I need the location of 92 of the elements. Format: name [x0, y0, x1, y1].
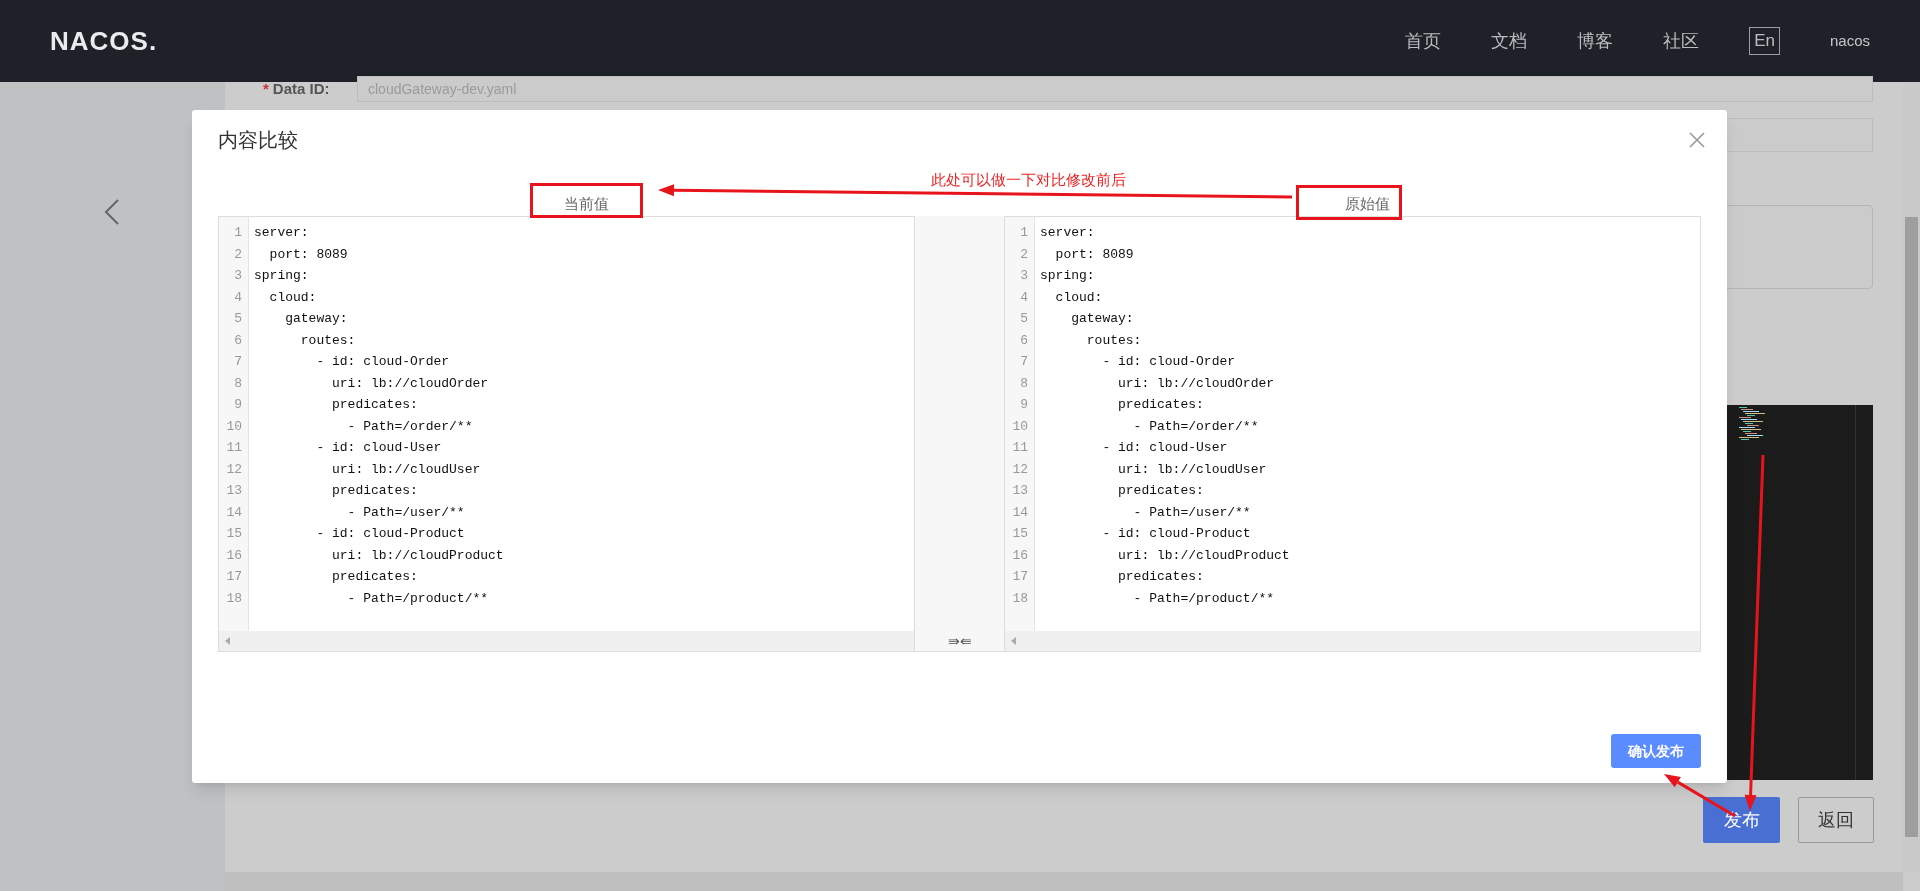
code-line: server:: [254, 224, 310, 242]
code-line: - id: cloud-Order: [315, 353, 451, 371]
line-number: 10: [225, 417, 243, 436]
line-number: 6: [1019, 331, 1029, 350]
dialog-title: 内容比较: [218, 128, 298, 153]
line-number: 13: [1011, 482, 1029, 500]
line-number: 15: [225, 525, 243, 543]
line-number: 9: [1019, 396, 1029, 414]
back-button[interactable]: 返回: [1798, 797, 1874, 843]
code-line: gateway:: [284, 310, 349, 328]
pane-label: 当前值: [564, 194, 609, 214]
line-number: 5: [233, 310, 243, 328]
nav-link[interactable]: 博客: [1577, 27, 1614, 55]
line-number: 11: [1011, 439, 1029, 457]
code-line: predicates:: [1117, 482, 1205, 500]
nav-link[interactable]: 社区: [1663, 27, 1700, 55]
line-number: 10: [1011, 417, 1029, 436]
line-number: 6: [233, 331, 243, 350]
code-line: - id: cloud-Order: [1101, 353, 1237, 371]
code-line: - id: cloud-User: [1101, 439, 1229, 457]
line-number: 17: [225, 568, 243, 586]
code-line: - Path=/order/**: [1132, 417, 1260, 436]
code-line: spring:: [254, 267, 310, 285]
line-number: 1: [233, 224, 243, 242]
code-line: - Path=/user/**: [346, 503, 466, 522]
merge-icon[interactable]: ⇛⇚: [947, 631, 972, 651]
code-line: - Path=/order/**: [346, 417, 474, 436]
scroll-left-icon[interactable]: [1011, 637, 1016, 645]
line-number: 4: [1019, 288, 1029, 307]
code-line: - Path=/product/**: [1132, 589, 1276, 608]
line-number: 7: [1019, 353, 1029, 371]
line-number: 11: [225, 439, 243, 457]
line-number: 2: [233, 245, 243, 264]
code-line: uri: lb://cloudUser: [1117, 460, 1268, 479]
code-line: cloud:: [1054, 288, 1104, 307]
line-number: 18: [1011, 589, 1029, 608]
line-number: 16: [225, 546, 243, 565]
code-line: routes:: [299, 331, 357, 350]
code-line: uri: lb://cloudProduct: [331, 546, 505, 565]
code-line: - id: cloud-Product: [315, 525, 466, 543]
line-number: 4: [233, 288, 243, 307]
line-number: 16: [1011, 546, 1029, 565]
user-name[interactable]: nacos: [1829, 29, 1870, 53]
code-line: predicates:: [331, 482, 419, 500]
nav-link[interactable]: 首页: [1405, 27, 1442, 55]
code-line: uri: lb://cloudOrder: [331, 374, 490, 393]
code-line: - id: cloud-Product: [1101, 525, 1252, 543]
code-line: port: 8089: [1054, 245, 1135, 264]
line-number: 3: [233, 267, 243, 285]
line-number: 8: [233, 374, 243, 393]
line-number: 12: [1011, 460, 1029, 479]
close-button[interactable]: [1687, 130, 1707, 150]
line-number: 8: [1019, 374, 1029, 393]
line-number: 5: [1019, 310, 1029, 328]
code-line: predicates:: [331, 396, 419, 414]
line-number: 15: [1011, 525, 1029, 543]
line-number: 18: [225, 589, 243, 608]
publish-button[interactable]: 发布: [1703, 797, 1780, 843]
code-line: gateway:: [1070, 310, 1135, 328]
line-number: 7: [233, 353, 243, 371]
language-button[interactable]: En: [1749, 27, 1780, 55]
line-number: 9: [233, 396, 243, 414]
line-number: 1: [1019, 224, 1029, 242]
code-line: spring:: [1040, 267, 1096, 285]
line-number: 3: [1019, 267, 1029, 285]
annotation-text: 此处可以做一下对比修改前后: [931, 170, 1126, 190]
code-line: predicates:: [1117, 396, 1205, 414]
code-line: routes:: [1085, 331, 1143, 350]
line-number: 12: [225, 460, 243, 479]
code-line: server:: [1040, 224, 1096, 242]
code-line: uri: lb://cloudProduct: [1117, 546, 1291, 565]
code-line: - Path=/product/**: [346, 589, 490, 608]
line-number: 17: [1011, 568, 1029, 586]
scrollbar[interactable]: [1005, 631, 1700, 651]
line-number: 14: [225, 503, 243, 522]
code-line: uri: lb://cloudOrder: [1117, 374, 1276, 393]
scrollbar[interactable]: [219, 631, 914, 651]
line-number: 13: [225, 482, 243, 500]
code-line: cloud:: [268, 288, 318, 307]
line-number: 14: [1011, 503, 1029, 522]
field-label: * Data ID:: [263, 78, 331, 99]
logo[interactable]: NACOS.: [50, 21, 158, 61]
nav-link[interactable]: 文档: [1491, 27, 1528, 55]
code-line: predicates:: [331, 568, 419, 586]
line-number: 2: [1019, 245, 1029, 264]
code-line: predicates:: [1117, 568, 1205, 586]
back-icon[interactable]: [104, 198, 120, 226]
code-line: - id: cloud-User: [315, 439, 443, 457]
code-line: uri: lb://cloudUser: [331, 460, 482, 479]
pane-label: 原始值: [1345, 194, 1390, 214]
code-line: port: 8089: [268, 245, 349, 264]
code-line: - Path=/user/**: [1132, 503, 1252, 522]
